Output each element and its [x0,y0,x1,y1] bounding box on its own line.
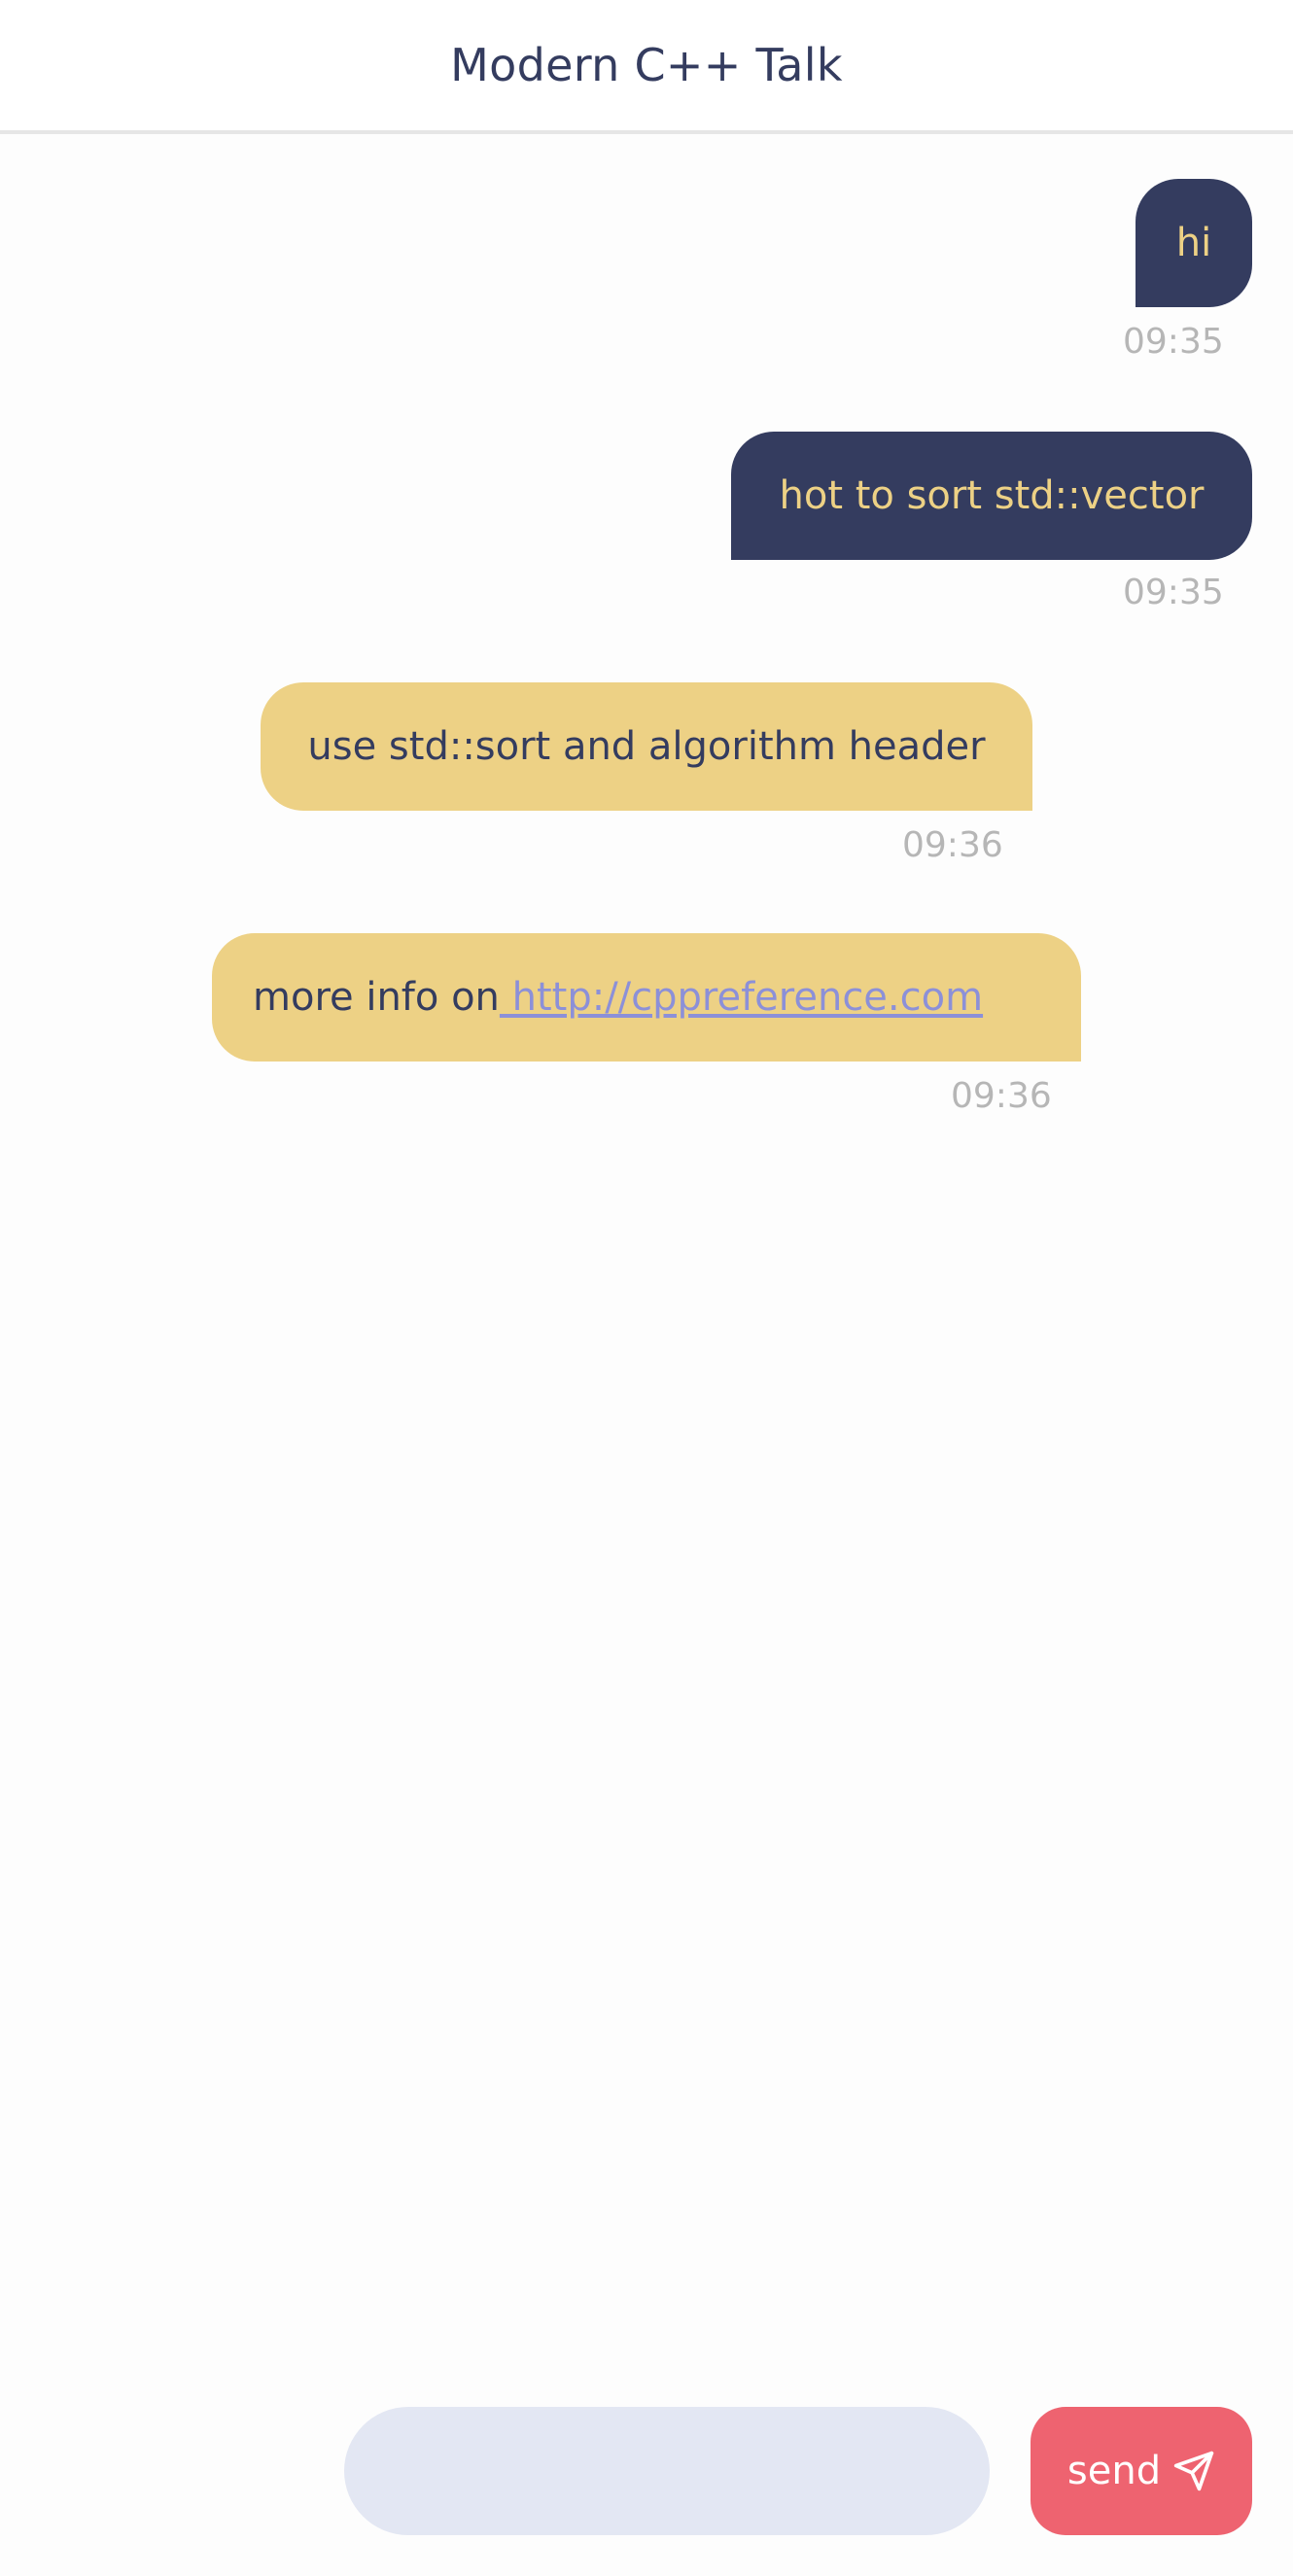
chat-title: Modern C++ Talk [450,39,843,91]
message-text: use std::sort and algorithm header [307,724,986,769]
message-timestamp: 09:35 [1123,322,1224,362]
message-input[interactable] [344,2407,990,2535]
chat-app: Modern C++ Talk hi 09:35 hot to sort std… [0,0,1293,2576]
message-text: more info on [253,975,500,1020]
chat-header: Modern C++ Talk [0,0,1293,134]
message-bubble-incoming: use std::sort and algorithm header [261,682,1032,811]
message-timestamp: 09:35 [1123,573,1224,612]
message-bubble-outgoing: hi [1136,179,1252,307]
message-timestamp: 09:36 [902,825,1003,865]
message-bubble-incoming: more info on http://cppreference.com [212,933,1081,1062]
message-bubble-outgoing: hot to sort std::vector [731,432,1252,560]
paper-plane-icon [1173,2451,1214,2491]
message-text: hi [1175,221,1212,265]
message-timestamp: 09:36 [951,1076,1052,1116]
send-button[interactable]: send [1031,2407,1252,2535]
message-text: hot to sort std::vector [779,473,1205,518]
message-link[interactable]: http://cppreference.com [500,975,983,1020]
send-button-label: send [1066,2449,1162,2493]
